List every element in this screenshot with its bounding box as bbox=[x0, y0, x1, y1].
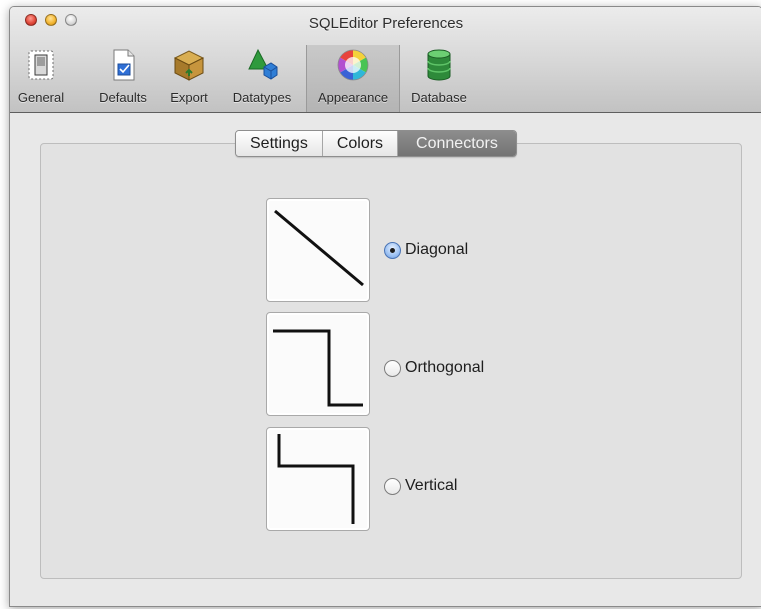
diagonal-line-icon bbox=[274, 209, 364, 287]
preferences-window: SQLEditor Preferences General Defaults E… bbox=[9, 6, 761, 607]
tab-settings[interactable]: Settings bbox=[236, 131, 323, 156]
diagonal-label: Diagonal bbox=[405, 241, 469, 258]
box-icon bbox=[170, 46, 208, 84]
shapes-icon bbox=[243, 46, 281, 84]
toolbar-defaults-button[interactable]: Defaults bbox=[92, 46, 154, 110]
toolbar-label: Export bbox=[170, 90, 208, 105]
toolbar-appearance-button[interactable]: Appearance bbox=[306, 45, 400, 112]
vertical-option[interactable]: Vertical bbox=[384, 477, 457, 495]
toolbar-label: Datatypes bbox=[232, 90, 292, 105]
orthogonal-label: Orthogonal bbox=[405, 359, 485, 376]
vertical-radio[interactable] bbox=[384, 477, 401, 495]
vertical-connector-preview[interactable] bbox=[266, 427, 370, 531]
toolbar-datatypes-button[interactable]: Datatypes bbox=[224, 46, 300, 110]
tab-connectors[interactable]: Connectors bbox=[398, 131, 516, 156]
document-icon bbox=[104, 46, 142, 84]
orthogonal-radio[interactable] bbox=[384, 359, 401, 377]
orthogonal-connector-preview[interactable] bbox=[266, 312, 370, 416]
switch-icon bbox=[22, 46, 60, 84]
toolbar-general-button[interactable]: General bbox=[12, 46, 70, 110]
diagonal-radio[interactable] bbox=[384, 241, 401, 259]
toolbar-database-button[interactable]: Database bbox=[406, 46, 472, 110]
toolbar-label: General bbox=[17, 90, 65, 105]
toolbar-label: Appearance bbox=[317, 90, 389, 105]
diagonal-connector-preview[interactable] bbox=[266, 198, 370, 302]
diagonal-option[interactable]: Diagonal bbox=[384, 241, 468, 259]
orthogonal-line-icon bbox=[273, 329, 363, 407]
toolbar-export-button[interactable]: Export bbox=[162, 46, 216, 110]
preferences-content: Settings Colors Connectors Diagonal Orth… bbox=[10, 113, 761, 606]
toolbar-label: Defaults bbox=[99, 90, 147, 105]
database-icon bbox=[420, 46, 458, 84]
tab-bar: Settings Colors Connectors bbox=[235, 130, 517, 157]
vertical-line-icon bbox=[277, 434, 355, 524]
tab-colors[interactable]: Colors bbox=[322, 131, 399, 156]
window-title: SQLEditor Preferences bbox=[308, 15, 464, 32]
title-bar: SQLEditor Preferences General Defaults E… bbox=[10, 7, 761, 113]
color-wheel-icon bbox=[334, 46, 372, 84]
orthogonal-option[interactable]: Orthogonal bbox=[384, 359, 484, 377]
toolbar-label: Database bbox=[411, 90, 467, 105]
vertical-label: Vertical bbox=[405, 477, 458, 494]
